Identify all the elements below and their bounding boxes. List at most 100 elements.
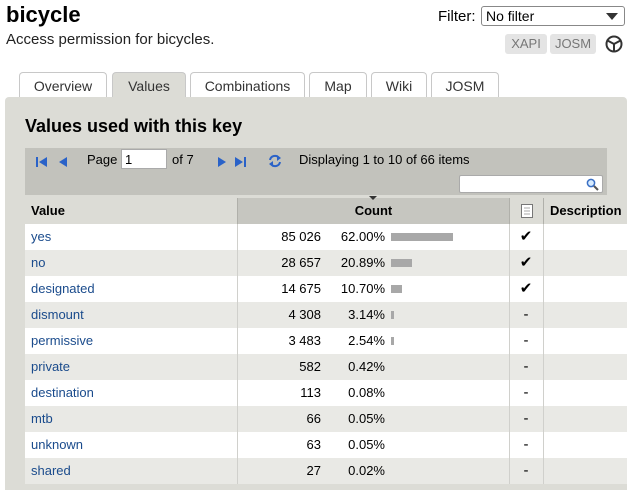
sort-desc-icon — [369, 196, 377, 200]
table-row[interactable]: designated 14 675 10.70% ✔ — [25, 276, 627, 302]
value-link[interactable]: permissive — [31, 328, 93, 354]
value-link[interactable]: designated — [31, 276, 95, 302]
column-header-wiki[interactable] — [509, 198, 543, 224]
percent-bar — [391, 337, 394, 345]
percent-bar — [391, 259, 412, 267]
column-divider — [237, 302, 238, 328]
count-cell: 14 675 — [281, 281, 321, 296]
column-header-count[interactable]: Count — [237, 196, 509, 224]
column-divider — [509, 224, 510, 250]
percent-cell: 0.02% — [348, 463, 385, 478]
wiki-status: - — [523, 462, 529, 479]
value-link[interactable]: private — [31, 354, 70, 380]
prev-page-icon[interactable] — [57, 156, 71, 168]
wiki-status: - — [523, 306, 529, 323]
column-divider — [509, 380, 510, 406]
table-row[interactable]: no 28 657 20.89% ✔ — [25, 250, 627, 276]
column-header-value[interactable]: Value — [25, 198, 237, 224]
count-cell: 3 483 — [288, 333, 321, 348]
table-row[interactable]: dismount 4 308 3.14% - — [25, 302, 627, 328]
wiki-status: - — [523, 358, 529, 375]
table-row[interactable]: unknown 63 0.05% - — [25, 432, 627, 458]
page-title: bicycle — [6, 2, 81, 27]
column-divider — [237, 432, 238, 458]
first-page-icon[interactable] — [35, 156, 49, 168]
count-cell: 63 — [306, 437, 321, 452]
percent-cell: 0.05% — [348, 411, 385, 426]
table-row[interactable]: permissive 3 483 2.54% - — [25, 328, 627, 354]
percent-bar — [391, 285, 402, 293]
values-panel: Values used with this key Page 1 of 7 Di… — [5, 97, 627, 490]
table-row[interactable]: destination 113 0.08% - — [25, 380, 627, 406]
wiki-status: - — [523, 410, 529, 427]
column-divider — [237, 276, 238, 302]
tab-josm[interactable]: JOSM — [431, 72, 499, 98]
column-divider — [237, 328, 238, 354]
filter-label: Filter: — [438, 8, 476, 25]
column-divider — [543, 250, 544, 276]
count-cell: 27 — [306, 463, 321, 478]
last-page-icon[interactable] — [234, 156, 248, 168]
percent-cell: 62.00% — [340, 229, 385, 244]
column-divider — [543, 354, 544, 380]
tab-wiki[interactable]: Wiki — [371, 72, 427, 98]
column-divider — [237, 224, 238, 250]
tab-map[interactable]: Map — [309, 72, 367, 98]
tab-values[interactable]: Values — [112, 72, 186, 98]
tab-combinations[interactable]: Combinations — [190, 72, 305, 98]
table-row[interactable]: shared 27 0.02% - — [25, 458, 627, 484]
xapi-button[interactable]: XAPI — [505, 34, 547, 54]
percent-cell: 0.42% — [348, 359, 385, 374]
josm-icon[interactable] — [605, 35, 623, 53]
value-link[interactable]: shared — [31, 458, 71, 484]
value-link[interactable]: dismount — [31, 302, 84, 328]
column-divider — [509, 432, 510, 458]
column-divider — [509, 302, 510, 328]
count-cell: 582 — [299, 359, 321, 374]
column-divider — [237, 458, 238, 484]
value-link[interactable]: mtb — [31, 406, 53, 432]
column-divider — [543, 380, 544, 406]
count-cell: 4 308 — [288, 307, 321, 322]
column-header-count-label: Count — [354, 203, 393, 218]
column-divider — [543, 224, 544, 250]
tab-overview[interactable]: Overview — [19, 72, 107, 98]
display-info: Displaying 1 to 10 of 66 items — [299, 152, 470, 167]
filter-select-value: No filter — [486, 8, 535, 24]
next-page-icon[interactable] — [214, 156, 228, 168]
check-icon: ✔ — [519, 254, 533, 271]
document-icon — [521, 204, 533, 218]
value-link[interactable]: destination — [31, 380, 94, 406]
column-header-description[interactable]: Description — [543, 198, 627, 224]
value-link[interactable]: unknown — [31, 432, 83, 458]
column-divider — [543, 302, 544, 328]
value-link[interactable]: yes — [31, 224, 51, 250]
count-cell: 28 657 — [281, 255, 321, 270]
josm-button[interactable]: JOSM — [550, 34, 596, 54]
page-input[interactable]: 1 — [121, 149, 167, 169]
column-divider — [237, 354, 238, 380]
column-divider — [543, 432, 544, 458]
page-count-label: of 7 — [172, 152, 194, 167]
wiki-status: - — [523, 436, 529, 453]
chevron-down-icon — [606, 13, 618, 20]
wiki-status: - — [523, 384, 529, 401]
refresh-icon[interactable] — [267, 154, 283, 168]
table-row[interactable]: yes 85 026 62.00% ✔ — [25, 224, 627, 250]
filter-select[interactable]: No filter — [481, 6, 625, 26]
table-row[interactable]: mtb 66 0.05% - — [25, 406, 627, 432]
check-icon: ✔ — [519, 280, 533, 297]
column-divider — [543, 328, 544, 354]
column-divider — [509, 458, 510, 484]
column-divider — [237, 406, 238, 432]
check-icon: ✔ — [519, 228, 533, 245]
percent-cell: 2.54% — [348, 333, 385, 348]
table-row[interactable]: private 582 0.42% - — [25, 354, 627, 380]
count-cell: 85 026 — [281, 229, 321, 244]
column-divider — [237, 250, 238, 276]
value-link[interactable]: no — [31, 250, 45, 276]
column-divider — [237, 380, 238, 406]
panel-title: Values used with this key — [25, 116, 243, 136]
column-divider — [543, 406, 544, 432]
search-input[interactable] — [459, 175, 603, 193]
